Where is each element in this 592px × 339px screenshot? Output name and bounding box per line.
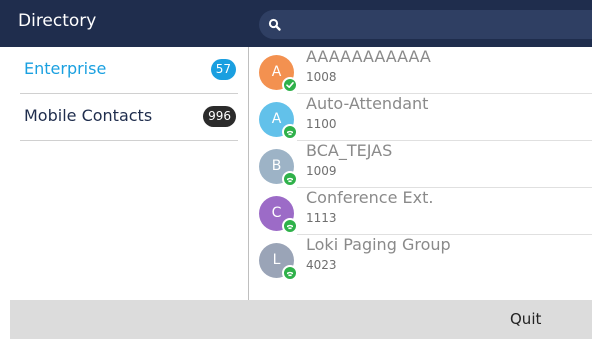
contact-name: Conference Ext. <box>306 188 434 207</box>
contact-row[interactable]: B BCA_TEJAS 1009 <box>249 141 592 188</box>
softkey-bar: Quit <box>10 300 592 339</box>
avatar: L <box>259 243 298 281</box>
contact-name: AAAAAAAAAAA <box>306 47 431 66</box>
avatar: C <box>259 196 298 234</box>
avatar-initial: L <box>272 252 281 268</box>
header-bar: Directory <box>0 0 592 47</box>
avatar-initial: B <box>271 158 282 174</box>
contact-list: A AAAAAAAAAAA 1008 A Auto-Attendant 1100 <box>249 47 592 300</box>
app-title: Directory <box>18 11 97 31</box>
contact-name: Loki Paging Group <box>306 235 451 254</box>
search-icon <box>268 18 281 31</box>
status-badge <box>282 218 298 234</box>
contact-row[interactable]: L Loki Paging Group 4023 <box>249 235 592 282</box>
search-input[interactable] <box>289 14 583 37</box>
avatar-initial: A <box>271 64 282 80</box>
avatar: A <box>259 55 298 93</box>
count-badge: 57 <box>210 59 236 80</box>
phone-icon <box>287 130 293 136</box>
contact-number: 1113 <box>306 211 337 225</box>
category-label: Mobile Contacts <box>24 106 153 125</box>
contact-name: BCA_TEJAS <box>306 141 393 160</box>
contact-row[interactable]: A Auto-Attendant 1100 <box>249 94 592 141</box>
contact-number: 1100 <box>306 117 337 131</box>
status-badge <box>282 77 298 93</box>
search-box[interactable] <box>259 10 592 39</box>
contact-row[interactable]: A AAAAAAAAAAA 1008 <box>249 47 592 94</box>
category-enterprise[interactable]: Enterprise 57 <box>20 47 238 94</box>
status-badge <box>282 171 298 187</box>
status-badge <box>282 265 298 281</box>
contact-number: 1008 <box>306 70 337 84</box>
avatar: B <box>259 149 298 187</box>
phone-icon <box>287 224 293 230</box>
contact-number: 4023 <box>306 258 337 272</box>
quit-button[interactable]: Quit <box>510 310 541 328</box>
status-badge <box>282 124 298 140</box>
phone-icon <box>287 177 293 183</box>
contact-row[interactable]: C Conference Ext. 1113 <box>249 188 592 235</box>
category-list: Enterprise 57 Mobile Contacts 996 <box>0 47 248 300</box>
avatar: A <box>259 102 298 140</box>
count-badge: 996 <box>203 106 236 127</box>
contact-number: 1009 <box>306 164 337 178</box>
avatar-initial: C <box>271 205 282 221</box>
phone-icon <box>287 271 293 277</box>
category-label: Enterprise <box>24 59 107 78</box>
avatar-initial: A <box>271 111 282 127</box>
contact-name: Auto-Attendant <box>306 94 429 113</box>
check-icon <box>286 81 294 88</box>
category-mobile-contacts[interactable]: Mobile Contacts 996 <box>20 94 238 141</box>
